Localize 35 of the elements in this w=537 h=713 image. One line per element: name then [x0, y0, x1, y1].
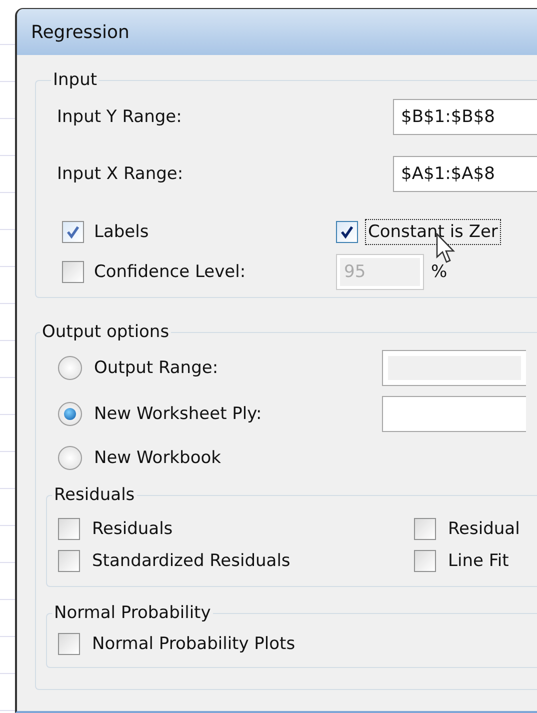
field-label: Input X Range: [57, 164, 184, 184]
checkbox-label[interactable]: Residual [446, 517, 522, 541]
radio-button[interactable] [58, 402, 82, 426]
checkbox[interactable] [62, 261, 84, 283]
checkbox-label[interactable]: Confidence Level: [92, 260, 248, 284]
group-label: Output options [41, 322, 170, 342]
checkbox[interactable] [414, 518, 436, 540]
checkbox-label[interactable]: Labels [92, 220, 151, 244]
radio-button[interactable] [58, 356, 82, 380]
range-field[interactable]: $A$1:$A$8 [393, 156, 537, 192]
unit-label: % [431, 262, 448, 282]
checkmark-icon [66, 225, 80, 239]
checkbox[interactable] [58, 550, 80, 572]
group-label: Input [52, 70, 98, 90]
checkbox[interactable] [336, 221, 358, 243]
checkbox[interactable] [58, 633, 80, 655]
checkbox[interactable] [62, 221, 84, 243]
checkbox-label[interactable]: Normal Probability Plots [90, 632, 298, 656]
checkbox-label[interactable]: Residuals [90, 517, 175, 541]
checkbox[interactable] [58, 518, 80, 540]
radio-label[interactable]: New Workbook [92, 446, 223, 470]
range-field[interactable]: $B$1:$B$8 [393, 99, 537, 135]
radio-label[interactable]: Output Range: [92, 356, 220, 380]
checkbox-label[interactable]: Constant is Zer [366, 220, 500, 244]
group-label: Normal Probability [53, 603, 212, 623]
group-label: Residuals [53, 485, 136, 505]
checkbox[interactable] [414, 550, 436, 572]
checkbox-label[interactable]: Standardized Residuals [90, 549, 292, 573]
radio-label[interactable]: New Worksheet Ply: [92, 402, 264, 426]
field-label: Input Y Range: [57, 107, 183, 127]
checkmark-icon [340, 225, 354, 239]
radio-button[interactable] [58, 446, 82, 470]
range-field[interactable] [382, 396, 526, 432]
checkbox-label[interactable]: Line Fit [446, 549, 511, 573]
window-title: Regression [31, 22, 130, 42]
